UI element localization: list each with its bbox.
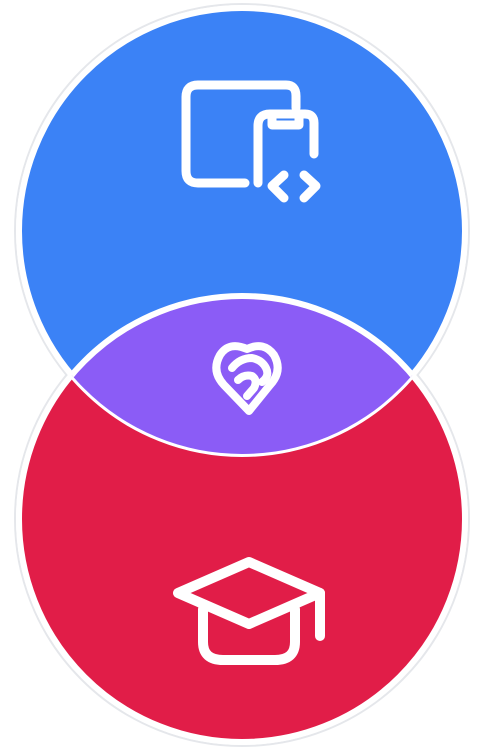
venn-diagram xyxy=(0,0,484,755)
venn-svg xyxy=(14,3,470,747)
